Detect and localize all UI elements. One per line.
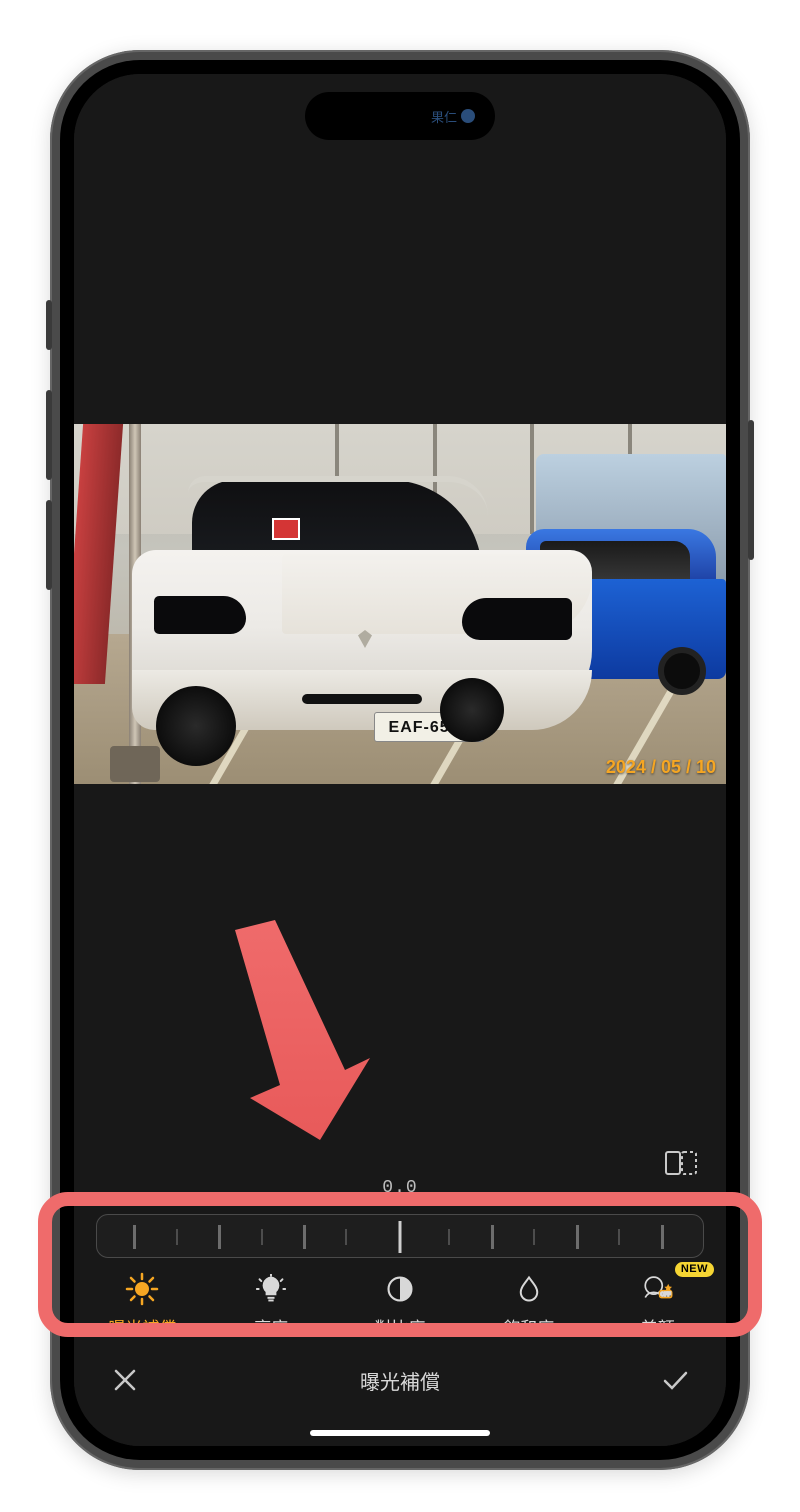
edited-photo: EAF-6531 2024 / 05 / 10 [74,424,726,784]
bottom-action-bar: 曝光補償 [74,1352,726,1408]
beauty-face-icon: OFF [641,1272,675,1306]
phone-side-button [46,500,52,590]
current-tool-title: 曝光補償 [360,1366,440,1395]
island-avatar-icon [461,109,475,123]
confirm-button[interactable] [660,1365,690,1395]
tool-contrast[interactable]: 對比度 [336,1272,465,1339]
tool-label: 亮度 [254,1314,288,1339]
compare-icon[interactable] [664,1148,698,1178]
cancel-button[interactable] [110,1365,140,1395]
sun-icon [125,1272,159,1306]
new-badge: NEW [675,1262,714,1277]
svg-text:OFF: OFF [660,1291,670,1297]
phone-side-button [46,300,52,350]
exposure-slider-area: 0.0 [74,1178,726,1258]
phone-side-button [748,420,754,560]
adjustment-toolbar: 曝光補償 亮度 對比度 [74,1262,726,1348]
contrast-icon [383,1272,417,1306]
droplet-icon [512,1272,546,1306]
dynamic-island: 果仁 [305,92,495,140]
bulb-icon [254,1272,288,1306]
phone-side-button [46,390,52,480]
photo-datestamp: 2024 / 05 / 10 [606,758,716,776]
slider-thumb-indicator-icon [392,1196,408,1206]
tool-label: 飽和度 [503,1314,554,1339]
phone-frame: 果仁 [50,50,750,1470]
tool-label: 美顏 [641,1314,675,1339]
exposure-slider[interactable] [96,1214,704,1258]
slider-value: 0.0 [74,1178,726,1198]
photo-white-car: EAF-6531 [132,480,592,770]
tool-exposure[interactable]: 曝光補償 [78,1272,207,1339]
screen: 果仁 [74,74,726,1446]
tool-saturation[interactable]: 飽和度 [464,1272,593,1339]
slider-center-mark [399,1221,402,1253]
app-content: EAF-6531 2024 / 05 / 10 0.0 [74,74,726,1446]
tool-label: 對比度 [374,1314,425,1339]
tool-beauty[interactable]: NEW OFF 美顏 [593,1272,722,1339]
phone-bezel: 果仁 [60,60,740,1460]
tool-label: 曝光補償 [108,1314,176,1339]
home-indicator[interactable] [310,1430,490,1436]
island-text: 果仁 [431,107,457,126]
island-label: 果仁 [431,107,475,126]
tool-brightness[interactable]: 亮度 [207,1272,336,1339]
